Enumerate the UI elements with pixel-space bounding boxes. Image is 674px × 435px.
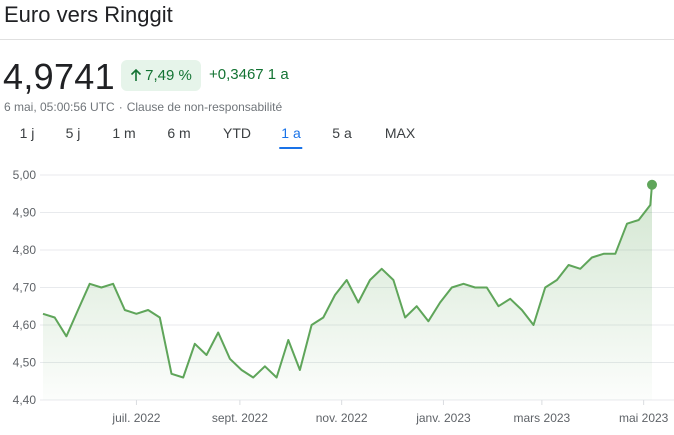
x-tick-label: mai 2023 bbox=[619, 411, 669, 425]
series-area bbox=[43, 184, 652, 400]
exchange-rate-chart[interactable]: 5,00 4,90 4,80 4,70 4,60 4,50 4,40 juil. 2022 s… bbox=[0, 150, 674, 435]
disclaimer-link[interactable]: Clause de non-responsabilité bbox=[127, 100, 282, 114]
current-value-point bbox=[647, 179, 657, 190]
tab-5-days[interactable]: 5 j bbox=[66, 125, 81, 147]
absolute-change: +0,3467 1 a bbox=[209, 66, 289, 83]
tab-1-day[interactable]: 1 j bbox=[20, 125, 35, 147]
percent-change-badge: 7,49 % bbox=[121, 60, 201, 91]
y-tick-label: 4,90 bbox=[13, 206, 37, 220]
y-tick-label: 4,70 bbox=[13, 281, 37, 295]
tab-1-month[interactable]: 1 m bbox=[112, 125, 135, 147]
current-price: 4,9741 bbox=[3, 56, 115, 97]
y-tick-label: 4,60 bbox=[13, 318, 37, 332]
range-tabs: 1 j 5 j 1 m 6 m YTD 1 a 5 a MAX bbox=[0, 125, 674, 149]
tab-ytd[interactable]: YTD bbox=[223, 125, 251, 147]
y-tick-label: 5,00 bbox=[13, 168, 37, 182]
x-tick-label: juil. 2022 bbox=[111, 411, 160, 425]
x-tick-label: mars 2023 bbox=[514, 411, 571, 425]
x-tick-label: janv. 2023 bbox=[415, 411, 471, 425]
tab-5-years[interactable]: 5 a bbox=[332, 125, 351, 147]
y-axis: 5,00 4,90 4,80 4,70 4,60 4,50 4,40 bbox=[13, 168, 37, 407]
y-tick-label: 4,80 bbox=[13, 243, 37, 257]
percent-change-value: 7,49 % bbox=[145, 67, 192, 84]
x-tick-label: nov. 2022 bbox=[316, 411, 368, 425]
y-tick-label: 4,40 bbox=[13, 393, 37, 407]
page-title: Euro vers Ringgit bbox=[4, 2, 173, 27]
tab-max[interactable]: MAX bbox=[385, 125, 415, 147]
y-tick-label: 4,50 bbox=[13, 356, 37, 370]
quote-meta: 6 mai, 05:00:56 UTC · Clause de non-respon… bbox=[4, 100, 282, 114]
arrow-up-icon bbox=[131, 69, 142, 81]
timestamp: 6 mai, 05:00:56 UTC bbox=[4, 100, 115, 114]
x-tick-label: sept. 2022 bbox=[212, 411, 268, 425]
tab-1-year[interactable]: 1 a bbox=[279, 125, 303, 149]
tab-6-months[interactable]: 6 m bbox=[167, 125, 190, 147]
x-axis: juil. 2022 sept. 2022 nov. 2022 janv. 2023 m… bbox=[111, 400, 669, 425]
header-divider bbox=[0, 39, 674, 40]
meta-separator: · bbox=[118, 100, 123, 114]
